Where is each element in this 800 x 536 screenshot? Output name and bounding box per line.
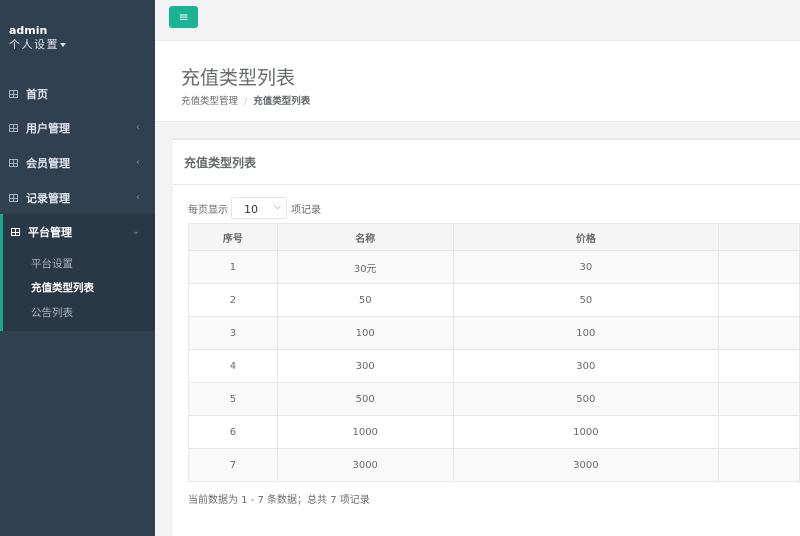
cell-price: 3000	[452, 448, 720, 482]
table-icon	[9, 158, 18, 167]
cell-index: 4	[188, 349, 278, 383]
table-icon	[9, 89, 18, 98]
caret-down-icon	[60, 43, 66, 47]
cell-index: 5	[188, 382, 278, 416]
table-row: 6 1000 1000	[188, 415, 800, 449]
breadcrumb-link[interactable]: 充值类型管理	[181, 96, 238, 107]
profile-settings-label: 个人设置	[9, 38, 59, 51]
cell-name: 1000	[276, 415, 454, 449]
chevron-left-icon: ‹	[136, 157, 140, 168]
nav-item-label: 记录管理	[26, 191, 70, 205]
cell-actions	[718, 316, 800, 350]
nav-item-records[interactable]: 记录管理 ‹	[0, 180, 155, 215]
column-header-actions	[718, 223, 800, 251]
content-panel: 充值类型列表 每页显示 10 ⌵ 项记录 序号 名称 价格 1 30元 30 2…	[173, 138, 800, 536]
column-header-price[interactable]: 价格	[452, 223, 720, 251]
recharge-type-table: 序号 名称 价格 1 30元 30 2 50 50 3 100 100 4 30…	[188, 223, 800, 482]
cell-price: 300	[452, 349, 720, 383]
top-bar: ≡	[155, 0, 800, 41]
submenu-item-announcements[interactable]: 公告列表	[31, 305, 73, 320]
nav-item-home[interactable]: 首页	[0, 76, 155, 111]
cell-actions	[718, 250, 800, 284]
menu-toggle-button[interactable]: ≡	[169, 6, 198, 28]
cell-name: 30元	[276, 250, 454, 284]
table-row: 7 3000 3000	[188, 448, 800, 482]
cell-price: 50	[452, 283, 720, 317]
breadcrumb-separator: /	[244, 96, 248, 107]
page-length-suffix: 项记录	[291, 204, 321, 216]
page-title: 充值类型列表	[181, 67, 296, 89]
table-row: 2 50 50	[188, 283, 800, 317]
cell-actions	[718, 283, 800, 317]
submenu-item-recharge-types[interactable]: 充值类型列表	[31, 280, 94, 295]
table-row: 5 500 500	[188, 382, 800, 416]
cell-index: 2	[188, 283, 278, 317]
table-row: 3 100 100	[188, 316, 800, 350]
breadcrumb: 充值类型管理 / 充值类型列表	[181, 93, 310, 107]
hamburger-icon: ≡	[178, 10, 189, 24]
cell-name: 50	[276, 283, 454, 317]
cell-price: 100	[452, 316, 720, 350]
table-info: 当前数据为 1 - 7 条数据；总共 7 项记录	[188, 495, 370, 506]
page-length-control: 每页显示 10 ⌵ 项记录	[188, 197, 321, 219]
cell-actions	[718, 382, 800, 416]
page-length-select[interactable]: 10 ⌵	[231, 197, 287, 219]
chevron-down-icon: ⌵	[274, 202, 281, 212]
table-row: 4 300 300	[188, 349, 800, 383]
nav-item-label: 平台管理	[28, 225, 72, 239]
cell-index: 6	[188, 415, 278, 449]
cell-index: 1	[188, 250, 278, 284]
table-header-row: 序号 名称 价格	[188, 223, 800, 251]
column-header-name[interactable]: 名称	[276, 223, 454, 251]
cell-actions	[718, 349, 800, 383]
cell-price: 1000	[452, 415, 720, 449]
cell-name: 100	[276, 316, 454, 350]
page-length-value: 10	[244, 203, 258, 216]
table-body: 1 30元 30 2 50 50 3 100 100 4 300 300 5 5…	[188, 250, 800, 482]
nav-item-label: 会员管理	[26, 156, 70, 170]
chevron-down-icon: ⌄	[131, 226, 140, 237]
page-heading: 充值类型列表 充值类型管理 / 充值类型列表	[155, 41, 800, 122]
cell-actions	[718, 448, 800, 482]
cell-index: 7	[188, 448, 278, 482]
sidebar: admin 个人设置 首页 用户管理 ‹ 会员管理 ‹ 记录管理 ‹ 平台管理 …	[0, 0, 155, 536]
table-icon	[11, 227, 20, 236]
chevron-left-icon: ‹	[136, 192, 140, 203]
panel-title: 充值类型列表	[173, 140, 800, 185]
cell-name: 3000	[276, 448, 454, 482]
profile-settings-dropdown[interactable]: 个人设置	[9, 37, 155, 53]
nav-item-users[interactable]: 用户管理 ‹	[0, 110, 155, 145]
chevron-left-icon: ‹	[136, 122, 140, 133]
cell-price: 30	[452, 250, 720, 284]
cell-index: 3	[188, 316, 278, 350]
nav-item-platform[interactable]: 平台管理 ⌄	[0, 214, 155, 249]
cell-name: 500	[276, 382, 454, 416]
cell-actions	[718, 415, 800, 449]
breadcrumb-current: 充值类型列表	[253, 96, 311, 107]
column-header-index[interactable]: 序号	[188, 223, 278, 251]
profile: admin 个人设置	[0, 0, 155, 70]
username: admin	[9, 24, 48, 37]
nav-item-label: 用户管理	[26, 121, 70, 135]
platform-submenu: 平台设置 充值类型列表 公告列表	[0, 249, 155, 331]
table-row: 1 30元 30	[188, 250, 800, 284]
nav-item-label: 首页	[26, 87, 48, 101]
table-icon	[9, 123, 18, 132]
cell-name: 300	[276, 349, 454, 383]
nav-item-members[interactable]: 会员管理 ‹	[0, 145, 155, 180]
cell-price: 500	[452, 382, 720, 416]
page-length-prefix: 每页显示	[188, 204, 228, 216]
submenu-item-platform-settings[interactable]: 平台设置	[31, 256, 73, 271]
table-icon	[9, 193, 18, 202]
